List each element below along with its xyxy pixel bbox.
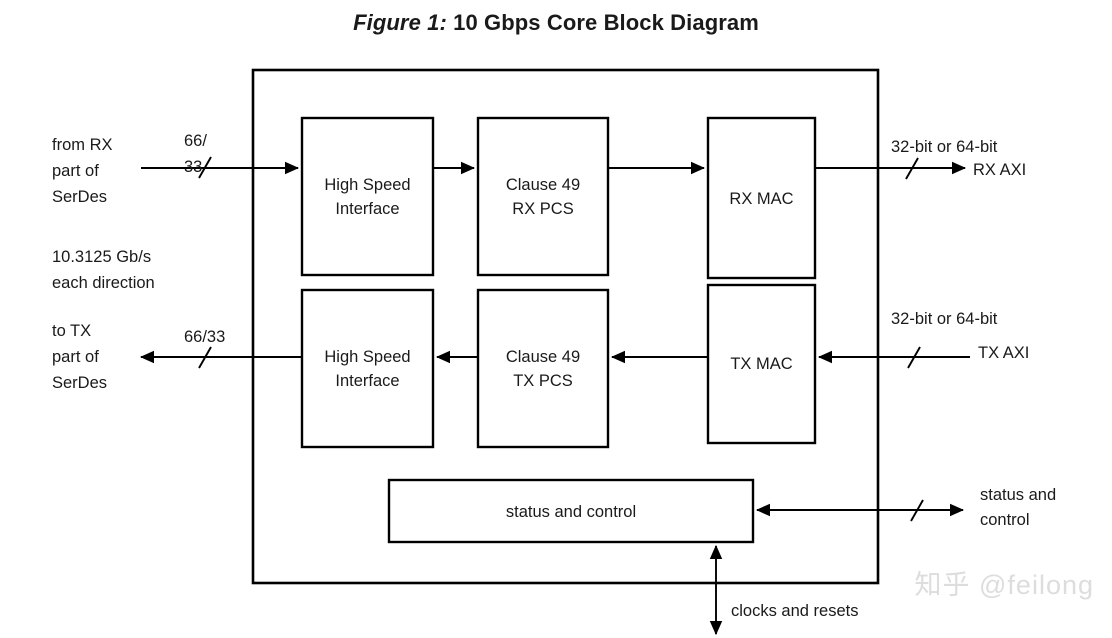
block-clause-49-tx-pcs[interactable] [476, 288, 610, 449]
label-from-rx-serdes-line2: part of [52, 162, 99, 180]
block-label-clause-49-tx-pcs-line2: TX PCS [513, 372, 573, 390]
label-line-rate-line2: each direction [52, 274, 155, 292]
label-status-control-external-line1: status and [980, 486, 1056, 504]
label-tx-axi: TX AXI [978, 344, 1029, 362]
block-high-speed-interface-tx[interactable] [300, 288, 435, 449]
figure-canvas: Figure 1: 10 Gbps Core Block Diagram Hig… [0, 0, 1112, 638]
label-rx-bus-width-line2: 33 [184, 158, 202, 176]
block-label-high-speed-interface-tx-line2: Interface [335, 372, 399, 390]
label-to-tx-serdes-line2: part of [52, 348, 99, 366]
label-status-control-external-line2: control [980, 511, 1030, 529]
block-label-tx-mac: TX MAC [730, 355, 792, 373]
block-diagram: High Speed Interface Clause 49 RX PCS RX… [52, 68, 1056, 636]
label-from-rx-serdes-line3: SerDes [52, 188, 107, 206]
block-label-high-speed-interface-rx-line1: High Speed [324, 176, 410, 194]
label-to-tx-serdes-line3: SerDes [52, 374, 107, 392]
label-tx-axi-width: 32-bit or 64-bit [891, 310, 998, 328]
block-label-high-speed-interface-tx-line1: High Speed [324, 348, 410, 366]
label-tx-bus-width: 66/33 [184, 328, 225, 346]
watermark: 知乎 @feilong [914, 570, 1094, 600]
label-from-rx-serdes-line1: from RX [52, 136, 113, 154]
block-label-status-and-control: status and control [506, 503, 636, 521]
label-rx-bus-width-line1: 66/ [184, 132, 207, 150]
label-to-tx-serdes-line1: to TX [52, 322, 91, 340]
block-label-clause-49-rx-pcs-line1: Clause 49 [506, 176, 580, 194]
label-rx-axi-width: 32-bit or 64-bit [891, 138, 998, 156]
block-high-speed-interface-rx[interactable] [300, 116, 435, 277]
label-rx-axi: RX AXI [973, 161, 1026, 179]
block-clause-49-rx-pcs[interactable] [476, 116, 610, 277]
block-label-clause-49-tx-pcs-line1: Clause 49 [506, 348, 580, 366]
block-label-high-speed-interface-rx-line2: Interface [335, 200, 399, 218]
label-clocks-and-resets: clocks and resets [731, 602, 858, 620]
block-label-clause-49-rx-pcs-line2: RX PCS [512, 200, 573, 218]
label-line-rate-line1: 10.3125 Gb/s [52, 248, 151, 266]
block-label-rx-mac: RX MAC [729, 190, 793, 208]
